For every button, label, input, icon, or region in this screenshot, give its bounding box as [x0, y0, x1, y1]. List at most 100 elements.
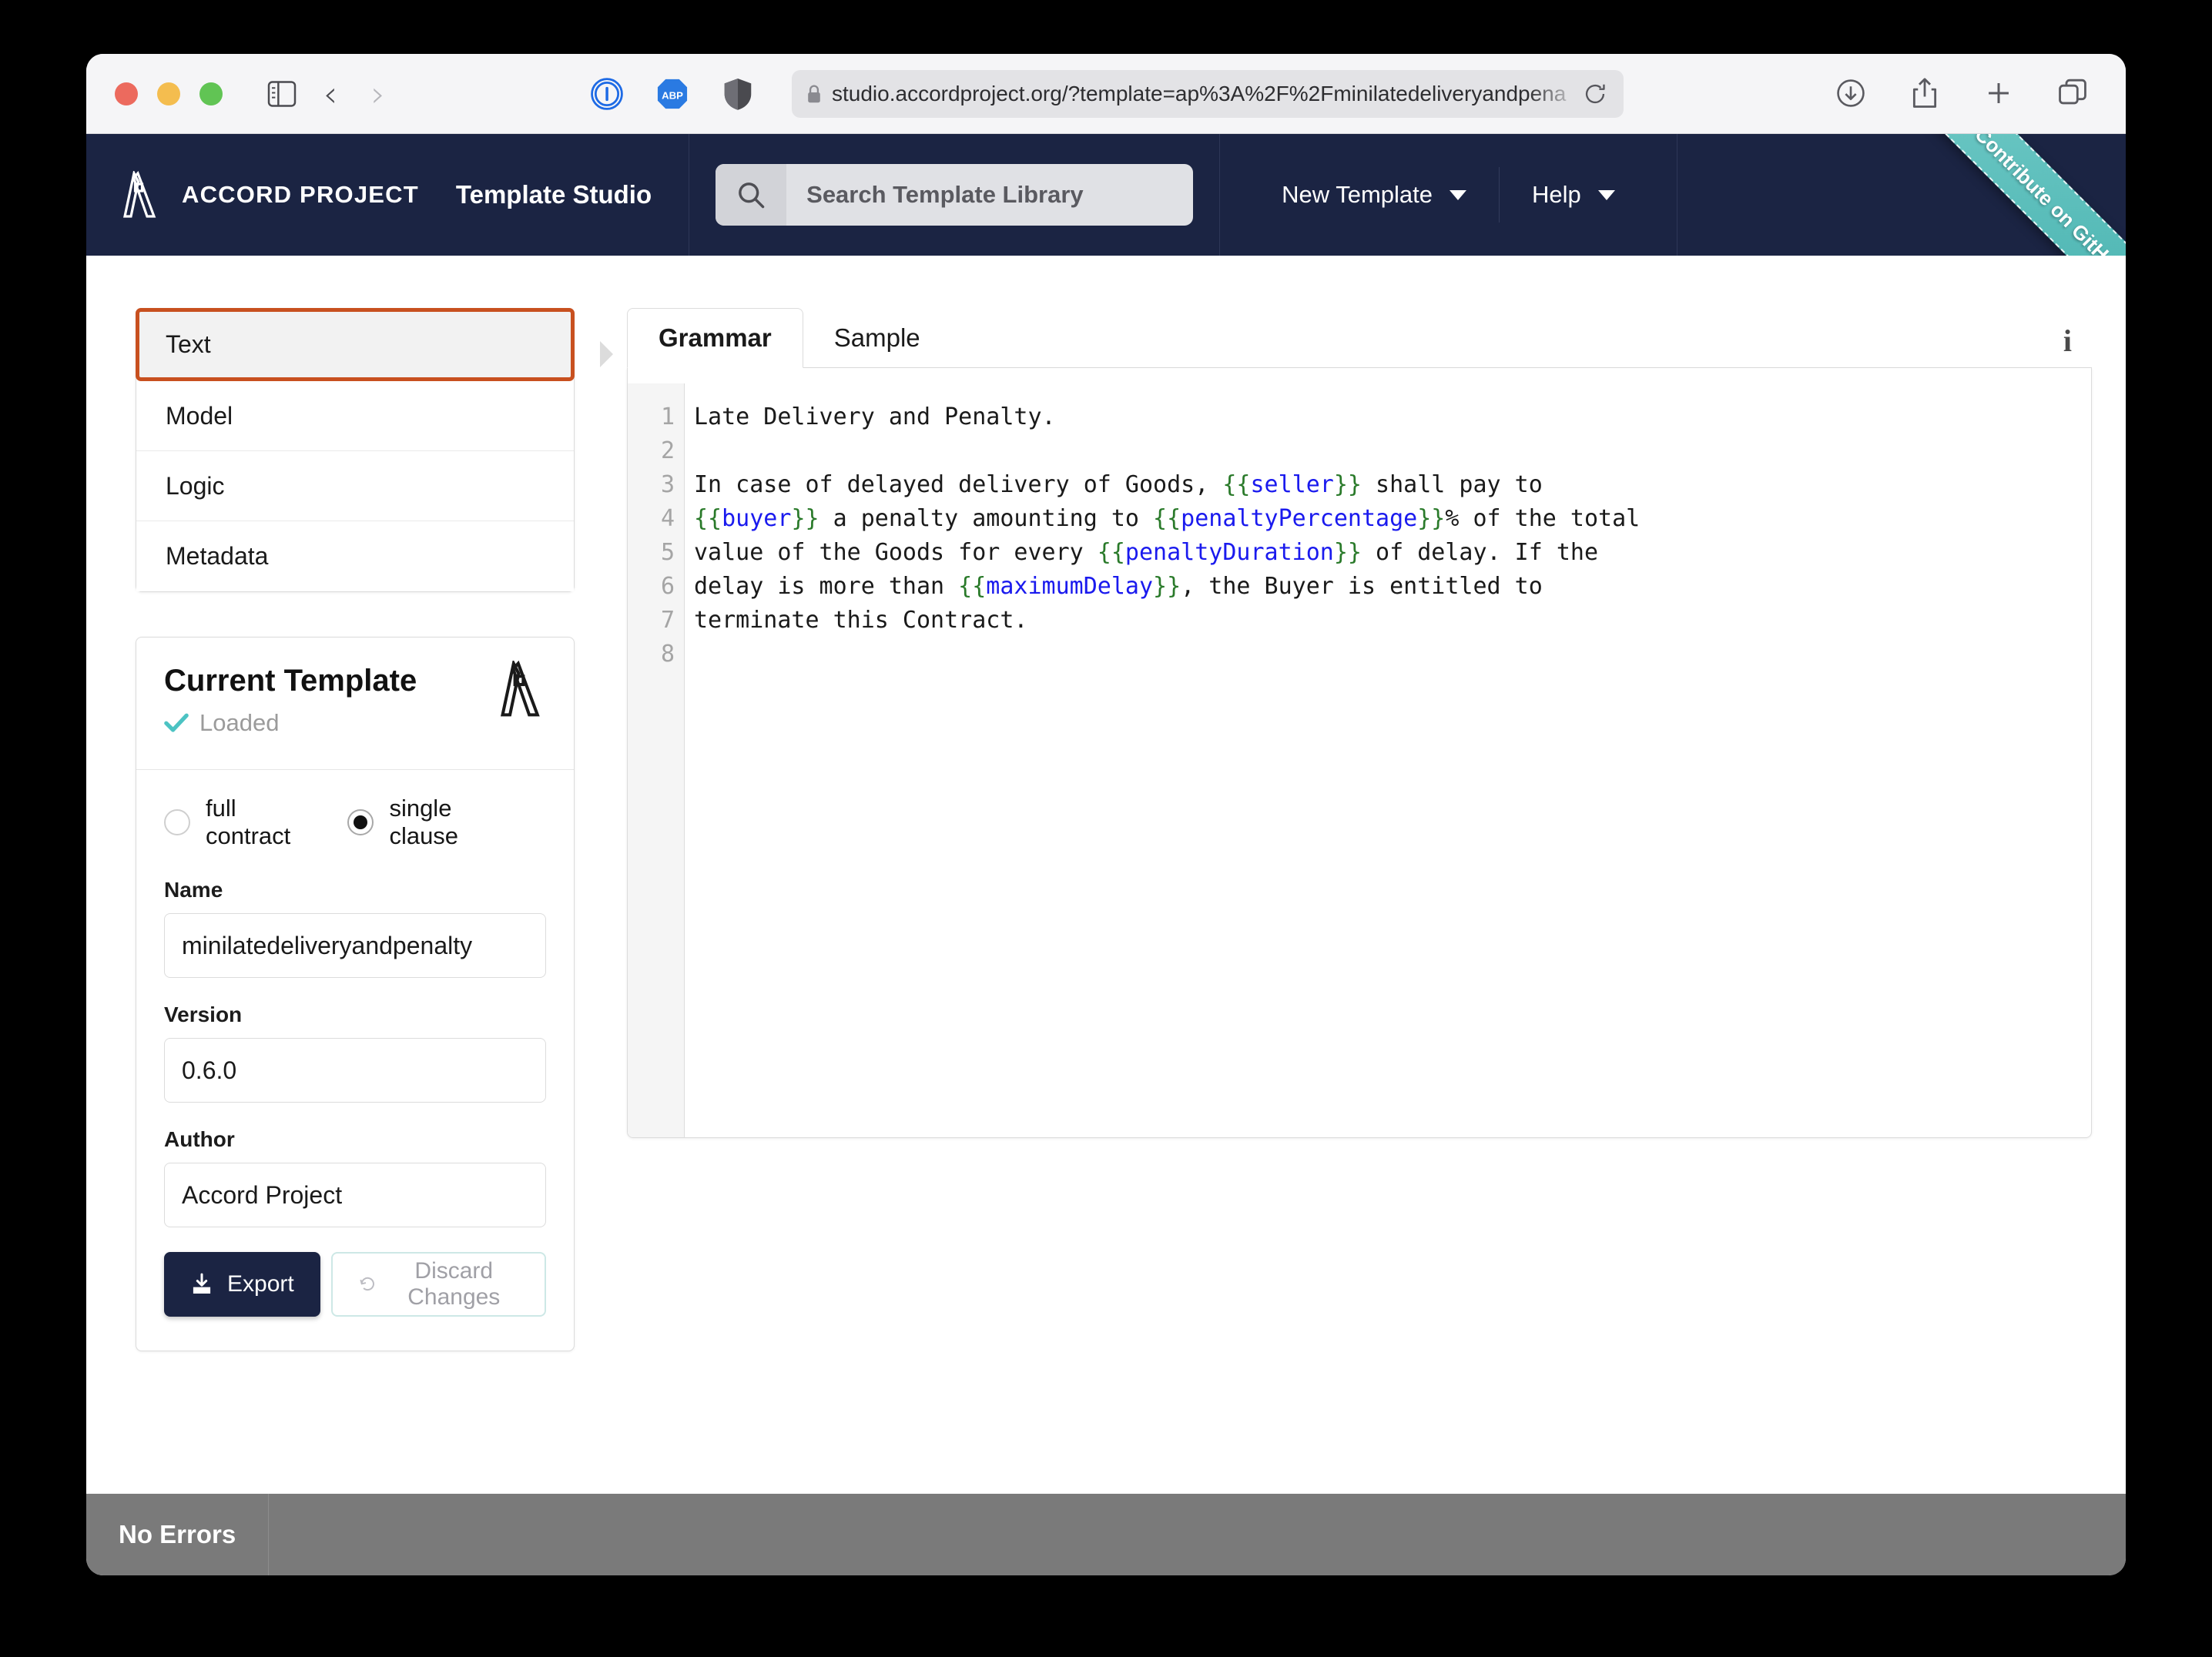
name-input[interactable] [164, 913, 546, 978]
share-icon[interactable] [1902, 71, 1947, 115]
brand-name: ACCORD PROJECT [182, 181, 419, 208]
code-text: % of the total [1445, 505, 1641, 532]
field-author-label: Author [164, 1127, 235, 1151]
app-title: Template Studio [455, 180, 652, 209]
tab-grammar[interactable]: Grammar [627, 308, 803, 368]
template-variable: maximumDelay [986, 573, 1154, 600]
sidebar-item-text[interactable]: Text [136, 308, 575, 381]
tab-sample[interactable]: Sample [803, 308, 951, 368]
code-text: terminate this Contract. [694, 607, 1028, 634]
header-nav: New Template Help [1220, 134, 1677, 256]
sidebar-item-metadata[interactable]: Metadata [136, 521, 574, 591]
download-icon [193, 1273, 211, 1294]
accord-project-logo-icon [501, 661, 540, 717]
address-bar[interactable]: studio.accordproject.org/?template=ap%3A… [792, 70, 1624, 118]
sidebar-toggle-icon[interactable] [260, 72, 304, 116]
search-input[interactable] [786, 181, 1194, 209]
status-message[interactable]: No Errors [86, 1494, 270, 1575]
undo-icon [360, 1277, 374, 1290]
editor-code[interactable]: Late Delivery and Penalty. In case of de… [685, 383, 2091, 1137]
browser-window: ‹ › ABP studio.accordproject.org/?templa… [86, 54, 2126, 1575]
adblock-plus-extension-icon[interactable]: ABP [650, 72, 695, 116]
address-bar-url: studio.accordproject.org/?template=ap%3A… [832, 82, 1567, 105]
sidebar-item-text-label: Text [166, 330, 211, 358]
line-number: 1 [660, 403, 675, 430]
sidebar-item-model-label: Model [166, 401, 233, 430]
sidebar: Text Model Logic Metadata Current Templa… [112, 308, 613, 1488]
template-variable: penaltyPercentage [1181, 505, 1418, 532]
radio-full-contract-label: full contract [206, 795, 291, 849]
radio-full-contract[interactable]: full contract [164, 795, 315, 850]
radio-single-clause-input[interactable] [347, 809, 374, 835]
back-button[interactable]: ‹ [309, 76, 352, 112]
editor-gutter: 1 2 3 4 5 6 7 8 [628, 383, 685, 1137]
nav-help[interactable]: Help [1499, 167, 1647, 223]
tab-grammar-label: Grammar [659, 323, 772, 352]
maximize-window-button[interactable] [199, 82, 223, 105]
forward-button[interactable]: › [357, 76, 400, 112]
contribute-on-github-ribbon[interactable]: Contribute on GitHub [1917, 134, 2126, 256]
onepassword-extension-icon[interactable] [585, 72, 629, 116]
privacy-shield-icon[interactable] [716, 72, 760, 116]
grammar-editor[interactable]: 1 2 3 4 5 6 7 8 Late Delivery and Penalty. In c… [627, 368, 2092, 1138]
chevron-down-icon [1597, 189, 1615, 200]
nav-new-template[interactable]: New Template [1249, 167, 1499, 223]
close-window-button[interactable] [115, 82, 138, 105]
new-tab-button[interactable] [1976, 71, 2021, 115]
browser-toolbar: ‹ › ABP studio.accordproject.org/?templa… [86, 54, 2126, 134]
minimize-window-button[interactable] [157, 82, 180, 105]
discard-changes-button[interactable]: Discard Changes [330, 1252, 546, 1317]
template-brace: }} [791, 505, 819, 532]
template-search-box[interactable] [716, 164, 1194, 226]
tab-overview-icon[interactable] [2050, 71, 2095, 115]
code-text: Late Delivery and Penalty. [694, 403, 1056, 430]
status-bar: No Errors [86, 1494, 2126, 1575]
search-icon [716, 164, 787, 226]
code-text: In case of delayed delivery of Goods, [694, 471, 1223, 498]
template-status: Loaded [164, 709, 546, 737]
nav-help-label: Help [1532, 181, 1581, 208]
card-title: Current Template [164, 664, 417, 698]
code-text: a penalty amounting to [819, 505, 1154, 532]
template-brace: }} [1153, 573, 1181, 600]
line-number: 5 [660, 539, 675, 566]
radio-full-contract-input[interactable] [164, 809, 190, 835]
sidebar-item-metadata-label: Metadata [166, 542, 269, 570]
info-icon[interactable]: i [2063, 323, 2072, 359]
reload-icon[interactable] [1580, 82, 1610, 105]
template-brace: {{ [958, 573, 987, 600]
search-zone [689, 134, 1221, 256]
code-line: terminate this Contract. [694, 604, 2091, 638]
template-brace: }} [1333, 471, 1362, 498]
card-actions: Export Discard Changes [164, 1252, 546, 1317]
editor-panel: Grammar Sample i 1 2 3 4 5 6 7 8 Late Delivery … [575, 308, 2092, 1488]
line-number: 6 [660, 573, 675, 600]
accord-project-logo-icon [123, 171, 156, 218]
brand-block[interactable]: ACCORD PROJECT Template Studio [86, 134, 690, 256]
downloads-icon[interactable] [1828, 71, 1873, 115]
code-text: , the Buyer is entitled to [1181, 573, 1543, 600]
app-header: ACCORD PROJECT Template Studio New Templ… [86, 134, 2126, 256]
tab-sample-label: Sample [833, 323, 920, 352]
line-number: 2 [660, 437, 675, 464]
radio-single-clause-label: single clause [389, 795, 459, 849]
author-input[interactable] [164, 1163, 546, 1227]
version-input[interactable] [164, 1038, 546, 1103]
template-brace: {{ [1097, 539, 1125, 566]
editor-section-list: Text Model Logic Metadata [136, 308, 613, 592]
export-button[interactable]: Export [164, 1252, 320, 1317]
template-kind-radios: full contract single clause [164, 795, 546, 850]
field-name-label: Name [164, 878, 223, 902]
window-traffic-lights [115, 82, 223, 105]
template-status-label: Loaded [199, 709, 280, 736]
sidebar-item-logic[interactable]: Logic [136, 451, 574, 521]
main-content: Text Model Logic Metadata Current Templa… [86, 256, 2126, 1488]
template-brace: }} [1333, 539, 1362, 566]
code-text: delay is more than [694, 573, 959, 600]
template-brace: }} [1417, 505, 1446, 532]
radio-single-clause[interactable]: single clause [347, 795, 514, 850]
sidebar-item-model[interactable]: Model [136, 381, 574, 451]
current-template-card: Current Template Loaded full contract si… [136, 637, 575, 1351]
